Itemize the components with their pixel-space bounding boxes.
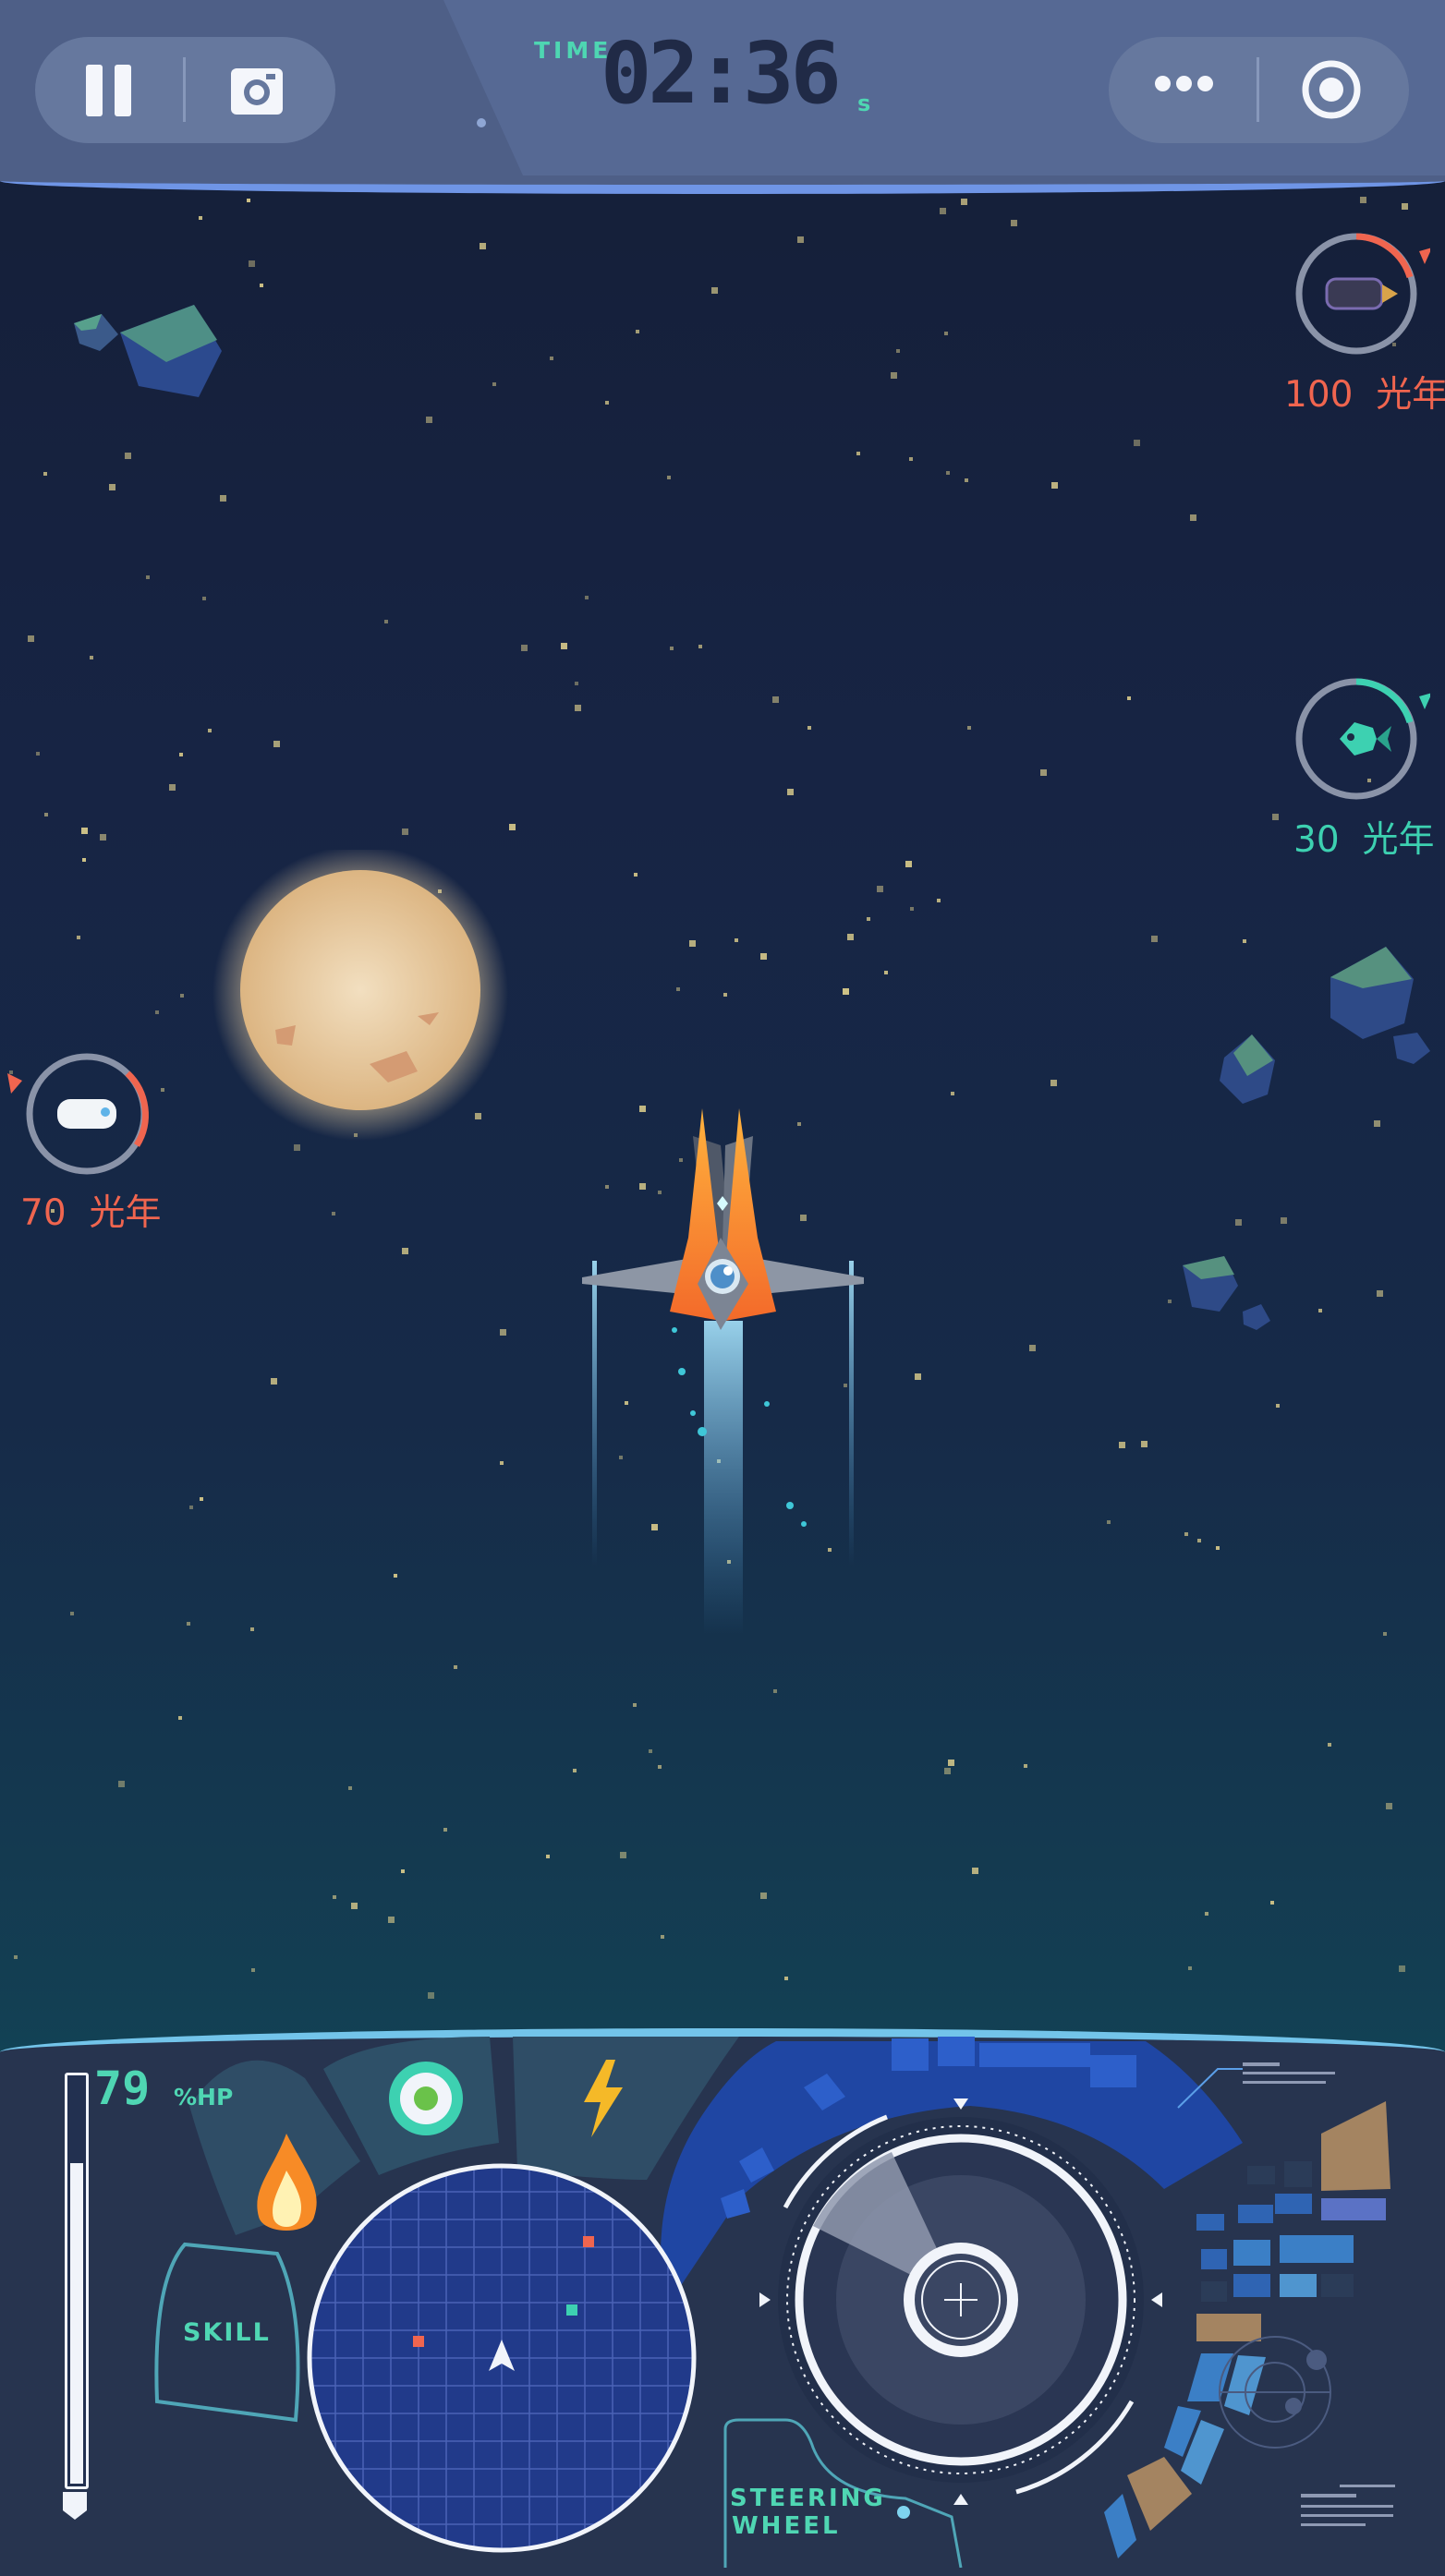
- orbit-decoration: [1219, 2336, 1331, 2449]
- radar-ally-blip: [566, 2304, 577, 2316]
- radar: [307, 2163, 697, 2553]
- asteroid-right-mid: [1220, 1034, 1275, 1104]
- planet: [212, 850, 508, 1141]
- right-controls: [1109, 37, 1409, 143]
- radar-enemy-blip: [413, 2336, 424, 2347]
- more-icon: [1155, 76, 1171, 91]
- hp-bar: [65, 2073, 89, 2489]
- asteroid-right-low: [1183, 1256, 1270, 1330]
- divider: [1257, 57, 1259, 122]
- radar-enemy-blip: [583, 2236, 594, 2247]
- record-button[interactable]: [1301, 59, 1362, 120]
- steering-wheel[interactable]: [759, 2098, 1162, 2505]
- dark-ship-icon: [1295, 233, 1430, 355]
- pause-icon: [86, 65, 103, 116]
- shuttle-icon: [7, 1053, 149, 1175]
- light-dot: [477, 118, 486, 127]
- hp-bar-cap-icon: [63, 2492, 87, 2520]
- steering-wheel-label: STEERING WHEEL: [730, 2485, 886, 2540]
- timer-unit: s: [857, 91, 871, 116]
- divider: [183, 57, 186, 122]
- distance-label: 30 光年: [1293, 819, 1435, 861]
- player-spaceship: [582, 1108, 864, 1635]
- timer-value: 02:36: [601, 24, 842, 123]
- distance-label: 100 光年: [1284, 374, 1445, 416]
- hp-bar-fill: [70, 2163, 83, 2484]
- top-bar: TIME 02:36 s: [0, 0, 1445, 194]
- fish-ship-icon: [1295, 678, 1430, 800]
- hp-value: 79: [94, 2062, 151, 2115]
- skill-label: SKILL: [183, 2318, 271, 2347]
- more-button[interactable]: [1155, 76, 1219, 95]
- hp-unit: %HP: [174, 2084, 234, 2110]
- shield-icon: [389, 2062, 463, 2135]
- asteroid-top-left: [74, 305, 222, 397]
- screenshot-button[interactable]: [229, 63, 285, 116]
- distance-label: 70 光年: [20, 1192, 162, 1234]
- pause-button[interactable]: [86, 65, 132, 116]
- asteroid-right-large: [1330, 947, 1430, 1064]
- left-controls: [35, 37, 335, 143]
